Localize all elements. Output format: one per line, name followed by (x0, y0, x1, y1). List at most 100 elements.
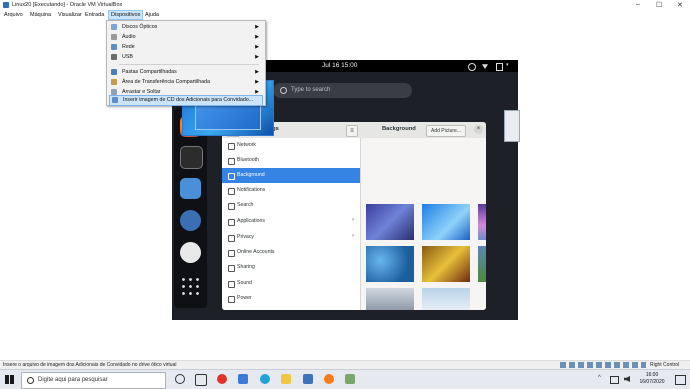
menu-item-usb[interactable]: USB ▶ (109, 52, 261, 62)
search-icon (228, 203, 235, 210)
menubar: Arquivo Máquina Visualizar Entrada Dispo… (0, 10, 690, 20)
network-status-icon[interactable] (482, 64, 488, 69)
accessibility-icon[interactable] (468, 63, 476, 71)
wallpaper-thumb[interactable] (422, 246, 470, 282)
files-icon[interactable] (180, 178, 201, 199)
guest-dash (174, 108, 207, 308)
sound-icon (228, 281, 235, 288)
network-tray-icon[interactable] (610, 376, 619, 384)
menu-item-rede[interactable]: Rede ▶ (109, 42, 261, 52)
windows-start-icon[interactable] (5, 375, 14, 384)
add-picture-button[interactable]: Add Picture... (426, 125, 466, 137)
wallpaper-thumb[interactable] (478, 204, 486, 240)
show-hidden-icons-chevron-icon[interactable]: ^ (598, 375, 601, 381)
menu-item-area-transferencia[interactable]: Área de Transferência Compartilhada ▶ (109, 77, 261, 87)
app-grid-icon[interactable] (180, 276, 201, 297)
sidebar-item-network[interactable]: Network (222, 138, 360, 153)
menu-visualizar[interactable]: Visualizar (56, 11, 84, 19)
menu-separator (119, 64, 259, 65)
wallpaper-thumb[interactable] (366, 288, 414, 310)
online-accounts-icon (228, 250, 235, 257)
cortana-icon[interactable] (175, 374, 185, 384)
search-icon (27, 377, 34, 384)
chevron-right-icon: ▶ (255, 69, 259, 75)
menu-item-discos-opticos[interactable]: Discos Ópticos ▶ (109, 22, 261, 32)
clipboard-icon (111, 79, 117, 85)
settings-gear-icon[interactable] (180, 242, 201, 263)
sidebar-item-power[interactable]: Power (222, 291, 360, 306)
sidebar-item-bluetooth[interactable]: Bluetooth (222, 153, 360, 168)
maximize-button[interactable]: ☐ (656, 1, 662, 9)
guest-search-placeholder: Type to search (291, 87, 331, 93)
menu-dispositivos[interactable]: Dispositivos (108, 10, 144, 20)
background-icon (228, 173, 235, 180)
workspace-thumbnail[interactable] (504, 110, 520, 142)
chevron-right-icon: › (352, 217, 354, 223)
chevron-right-icon: ▶ (255, 54, 259, 60)
taskbar-clock[interactable]: 16:00 16/07/2020 (636, 372, 668, 386)
device-status-icons[interactable] (560, 362, 646, 368)
chevron-right-icon: ▶ (255, 34, 259, 40)
task-view-icon[interactable] (195, 374, 207, 386)
minimize-button[interactable]: – (636, 1, 640, 8)
sidebar-item-privacy[interactable]: Privacy › (222, 230, 360, 245)
sidebar-item-notifications[interactable]: Notifications (222, 183, 360, 198)
mail-icon[interactable] (238, 374, 248, 384)
close-icon[interactable]: × (474, 125, 483, 134)
app-taskbar-icon[interactable] (345, 374, 355, 384)
host-key-label: Right Control (650, 362, 680, 368)
menu-item-inserir-cd-adicionais[interactable]: Inserir imagem de CD dos Adicionais para… (109, 95, 263, 106)
notifications-icon[interactable] (675, 375, 686, 385)
menu-arquivo[interactable]: Arquivo (2, 11, 25, 19)
firefox-taskbar-icon[interactable] (324, 374, 334, 384)
menu-entrada[interactable]: Entrada (83, 11, 106, 19)
background-panel (361, 138, 486, 310)
hamburger-menu-icon[interactable]: ≡ (346, 125, 358, 137)
virtualbox-taskbar-icon[interactable] (303, 374, 313, 384)
battery-icon[interactable] (496, 63, 503, 71)
wallpaper-thumb[interactable] (422, 204, 470, 240)
menu-ajuda[interactable]: Ajuda (143, 11, 161, 19)
guest-search-field[interactable]: Type to search (273, 83, 412, 98)
shared-folder-icon (111, 69, 117, 75)
chevron-right-icon: ▶ (255, 79, 259, 85)
power-icon (228, 296, 235, 303)
sidebar-item-background[interactable]: Background (222, 168, 360, 183)
search-icon (280, 87, 287, 94)
close-button[interactable]: ✕ (677, 1, 683, 9)
chevron-right-icon: ▶ (255, 44, 259, 50)
menu-item-audio[interactable]: Áudio ▶ (109, 32, 261, 42)
panel-title: Background (382, 126, 416, 132)
volume-icon[interactable] (624, 376, 630, 382)
settings-sidebar: Network Bluetooth Background Notificatio… (222, 138, 361, 310)
optical-disc-icon (111, 24, 117, 30)
opera-icon[interactable] (217, 374, 227, 384)
menu-maquina[interactable]: Máquina (28, 11, 53, 19)
devices-dropdown-menu: Discos Ópticos ▶ Áudio ▶ Rede ▶ USB ▶ Pastas… (106, 20, 266, 106)
taskbar-search-box[interactable]: Digite aqui para pesquisar (21, 372, 166, 389)
chevron-right-icon: ▶ (255, 24, 259, 30)
wallpaper-thumb[interactable] (422, 288, 470, 310)
fedora-icon[interactable] (180, 210, 201, 231)
taskbar-search-placeholder: Digite aqui para pesquisar (38, 377, 108, 383)
applications-icon (228, 219, 235, 226)
rhythmbox-icon[interactable] (180, 146, 203, 169)
menu-item-pastas-compartilhadas[interactable]: Pastas Compartilhadas ▶ (109, 67, 261, 77)
taskbar-date: 16/07/2020 (639, 379, 665, 385)
wallpaper-thumb[interactable] (366, 204, 414, 240)
sidebar-item-sound[interactable]: Sound (222, 276, 360, 291)
edge-icon[interactable] (260, 374, 270, 384)
sidebar-item-sharing[interactable]: Sharing (222, 260, 360, 275)
wallpaper-thumb[interactable] (478, 246, 486, 282)
sidebar-item-applications[interactable]: Applications › (222, 214, 360, 229)
usb-icon (111, 54, 117, 60)
file-explorer-icon[interactable] (281, 374, 291, 384)
privacy-icon (228, 235, 235, 242)
sidebar-item-search[interactable]: Search (222, 198, 360, 213)
wallpaper-thumb[interactable] (366, 246, 414, 282)
system-menu-chevron-icon[interactable]: ▾ (506, 62, 509, 68)
guest-clock[interactable]: Jul 16 15:00 (322, 62, 357, 69)
chevron-right-icon: › (352, 233, 354, 239)
network-icon (111, 44, 117, 50)
sidebar-item-online-accounts[interactable]: Online Accounts (222, 245, 360, 260)
